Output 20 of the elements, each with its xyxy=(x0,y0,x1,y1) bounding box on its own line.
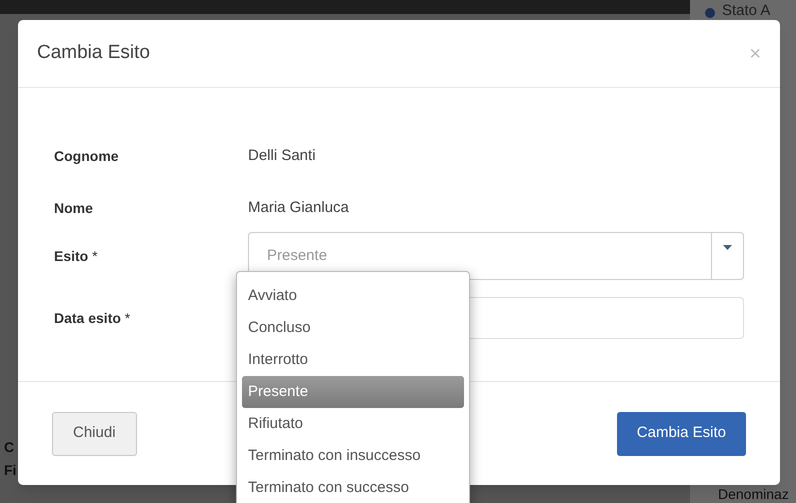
row-label: C xyxy=(4,440,14,454)
field-label: Cognome xyxy=(54,146,120,166)
field-label: Esito * xyxy=(54,246,99,266)
field-value: Maria Gianluca xyxy=(248,198,349,218)
caret-icon xyxy=(723,245,732,250)
cancel-button[interactable]: Chiudi xyxy=(52,412,137,456)
status-label: Stato A xyxy=(722,3,770,18)
field-value: Delli Santi xyxy=(248,146,316,166)
dropdown-option[interactable]: Rifiutato xyxy=(242,408,464,440)
column-label: Denominaz xyxy=(718,487,789,501)
dropdown-option[interactable]: Terminato con successo xyxy=(242,472,464,503)
dialog-title: Cambia Esito xyxy=(37,41,150,66)
dropdown-option[interactable]: Avviato xyxy=(242,280,464,312)
field-label: Nome xyxy=(54,198,94,218)
dropdown-option[interactable]: Interrotto xyxy=(242,344,464,376)
field-label: Data esito * xyxy=(54,308,132,328)
submit-button[interactable]: Cambia Esito xyxy=(616,412,746,456)
row-label: Fi xyxy=(4,463,16,477)
dropdown-option[interactable]: Concluso xyxy=(242,312,464,344)
dropdown-option[interactable]: Terminato con insuccesso xyxy=(242,440,464,472)
